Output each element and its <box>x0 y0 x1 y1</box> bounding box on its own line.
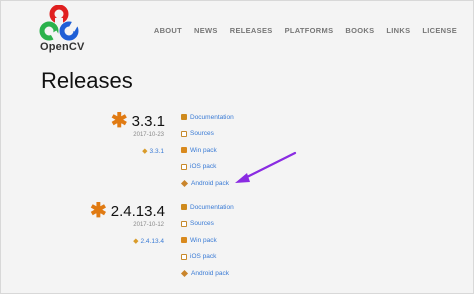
documentation-link[interactable]: Documentation <box>190 204 234 211</box>
list-item: iOS pack <box>181 159 234 176</box>
nav-releases[interactable]: RELEASES <box>230 26 273 35</box>
windows-icon <box>181 237 187 244</box>
list-item: Android pack <box>180 265 234 282</box>
list-item: Sources <box>181 126 234 143</box>
list-item: Win pack <box>181 232 234 249</box>
sources-link[interactable]: Sources <box>190 220 214 227</box>
nav-books[interactable]: BOOKS <box>345 26 374 35</box>
source-icon <box>181 130 187 137</box>
source-icon <box>181 220 187 227</box>
android-icon <box>180 269 189 277</box>
release-tag[interactable]: ◆ 2.4.13.4 <box>133 237 165 246</box>
documentation-link[interactable]: Documentation <box>190 114 234 121</box>
star-icon: ✱ <box>110 110 128 132</box>
ios-icon <box>181 163 187 170</box>
star-icon: ✱ <box>90 200 107 222</box>
list-item: Sources <box>181 216 234 233</box>
win-pack-link[interactable]: Win pack <box>190 237 217 244</box>
ios-pack-link[interactable]: iOS pack <box>190 163 216 170</box>
android-pack-link[interactable]: Android pack <box>191 270 229 277</box>
release-links: Documentation Sources Win pack iOS pack … <box>180 109 234 192</box>
release-tag-label[interactable]: 3.3.1 <box>150 148 164 155</box>
document-icon <box>181 204 187 211</box>
ios-pack-link[interactable]: iOS pack <box>190 253 216 260</box>
logo-text[interactable]: OpenCV <box>40 41 85 53</box>
release-header: ✱ 2.4.13.4 <box>90 201 165 221</box>
tag-icon: ◆ <box>133 238 139 245</box>
android-icon <box>180 179 189 187</box>
nav-news[interactable]: NEWS <box>194 26 218 35</box>
document-icon <box>181 114 187 121</box>
release-header: ✱ 3.3.1 <box>111 111 165 131</box>
release-date: 2017-10-12 <box>133 222 164 228</box>
nav-links[interactable]: LINKS <box>386 26 410 35</box>
tag-icon: ◆ <box>142 148 148 155</box>
nav-platforms[interactable]: PLATFORMS <box>285 26 334 35</box>
list-item: Documentation <box>181 109 234 126</box>
nav-about[interactable]: ABOUT <box>154 26 182 35</box>
list-item: Win pack <box>181 142 234 159</box>
ios-icon <box>181 253 187 260</box>
windows-icon <box>181 147 187 154</box>
list-item: Documentation <box>181 199 234 216</box>
page-title: Releases <box>41 68 133 93</box>
release-version: 3.3.1 <box>131 112 165 130</box>
list-item: Android pack <box>180 175 234 192</box>
list-item: iOS pack <box>181 249 234 266</box>
main-nav: ABOUT NEWS RELEASES PLATFORMS BOOKS LINK… <box>154 26 457 35</box>
page-frame: OpenCV ABOUT NEWS RELEASES PLATFORMS BOO… <box>0 0 474 294</box>
nav-license[interactable]: LICENSE <box>422 26 457 35</box>
sources-link[interactable]: Sources <box>190 130 214 137</box>
release-links: Documentation Sources Win pack iOS pack … <box>180 199 234 282</box>
win-pack-link[interactable]: Win pack <box>190 147 217 154</box>
release-tag-label[interactable]: 2.4.13.4 <box>141 238 165 245</box>
release-date: 2017-10-23 <box>133 132 164 138</box>
android-pack-link[interactable]: Android pack <box>191 180 229 187</box>
release-tag[interactable]: ◆ 3.3.1 <box>142 147 164 156</box>
release-version: 2.4.13.4 <box>110 202 165 220</box>
